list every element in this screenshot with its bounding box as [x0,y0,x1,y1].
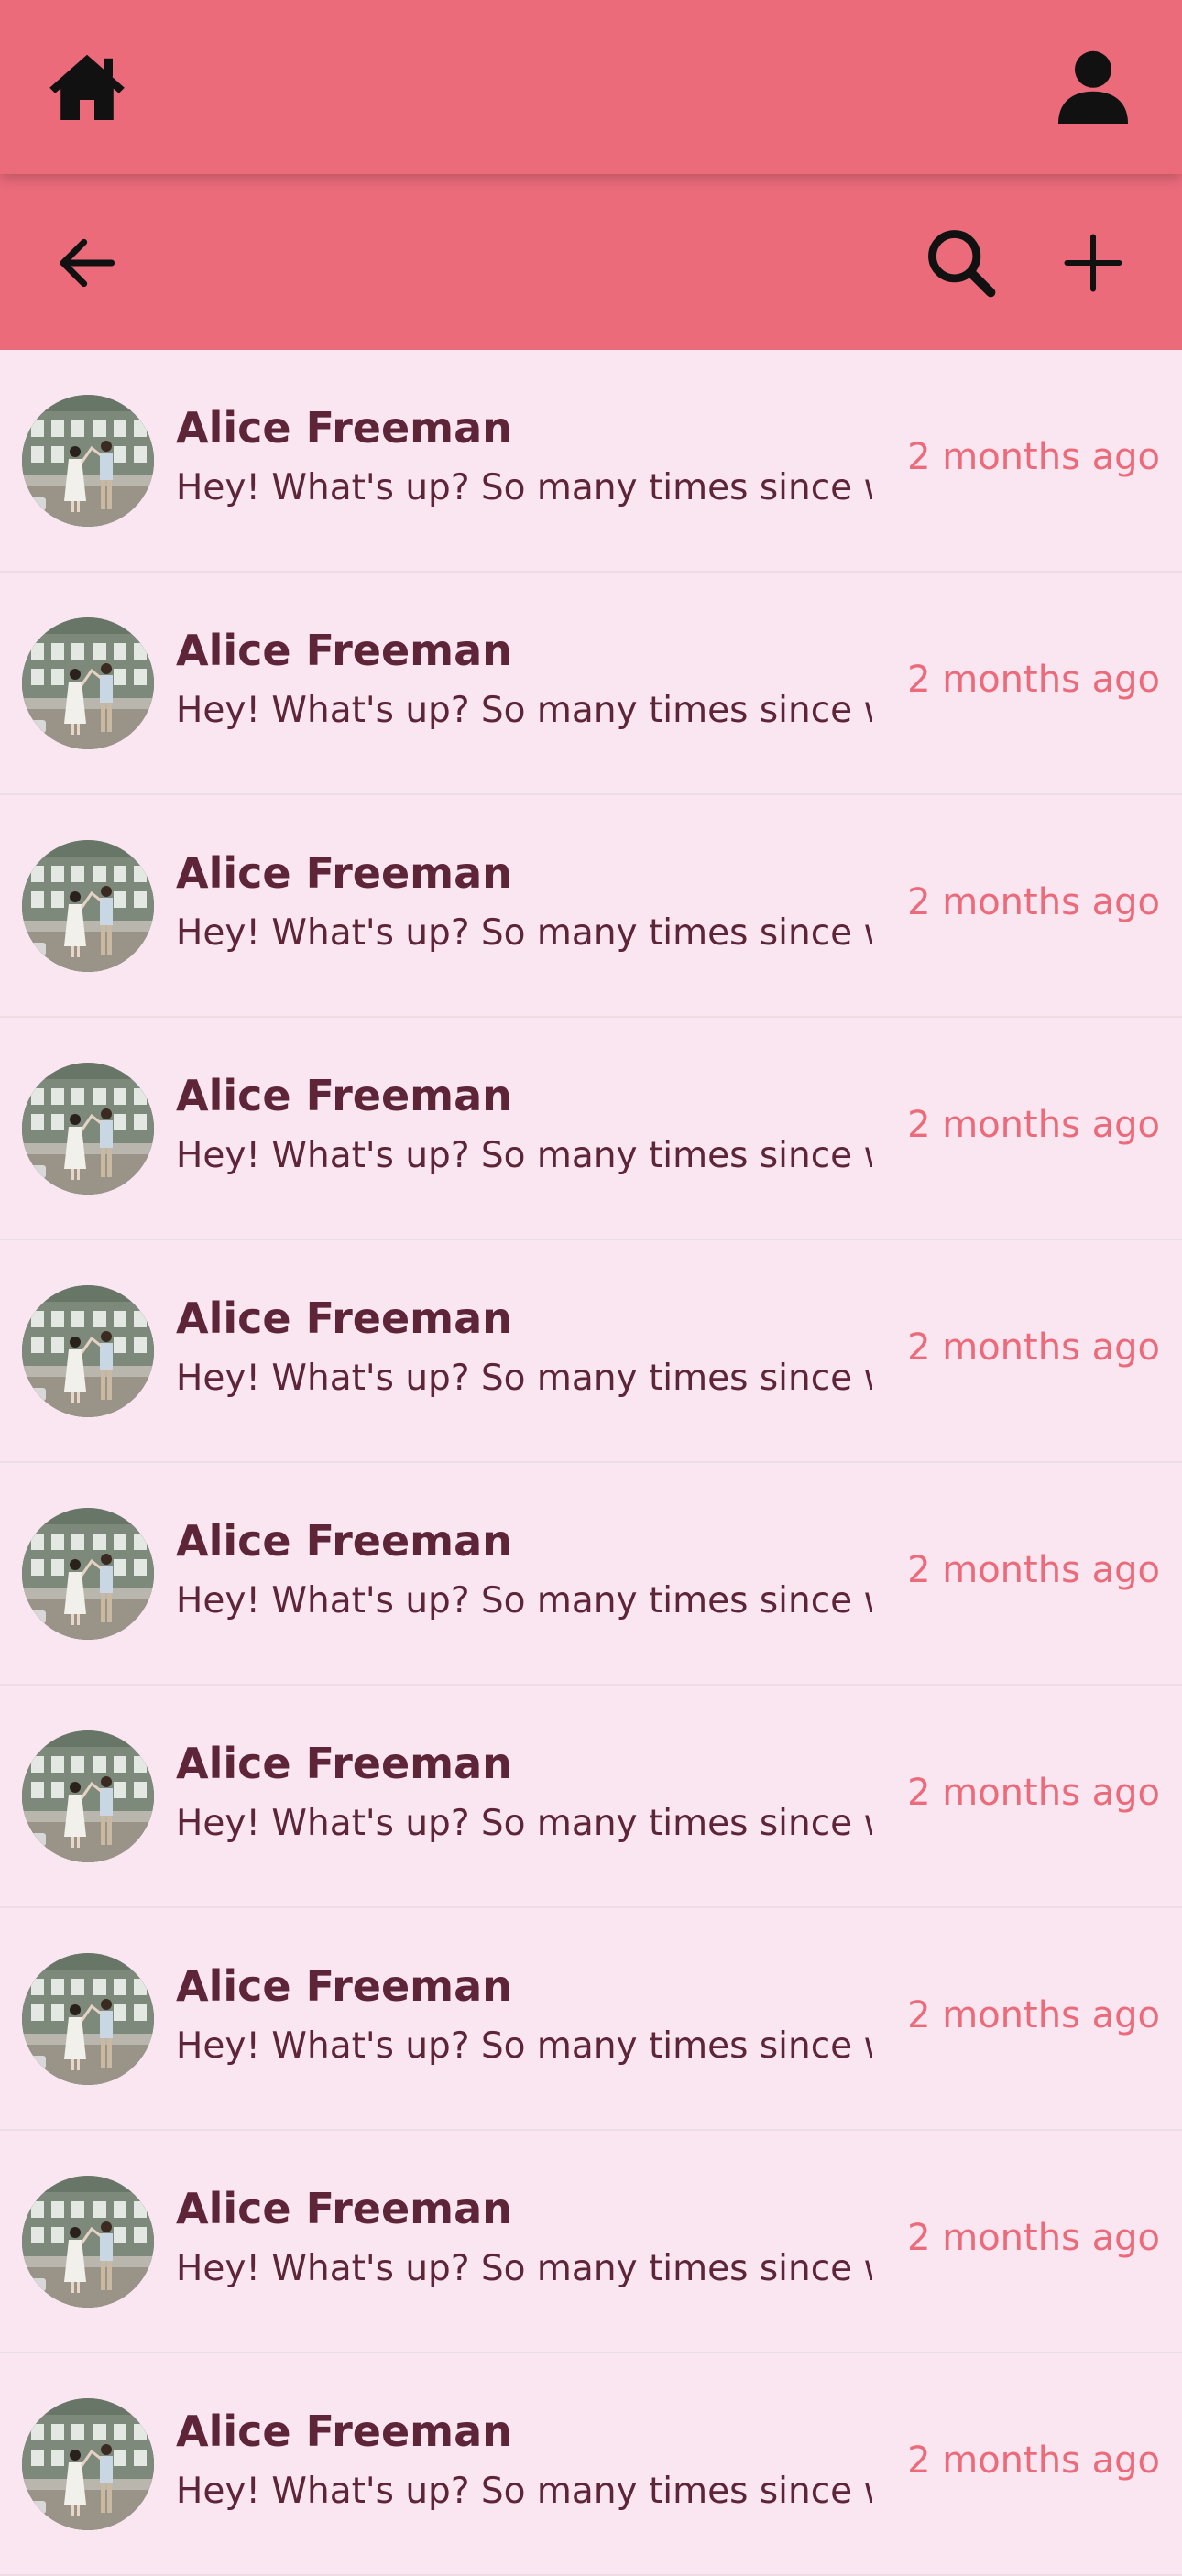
profile-button[interactable] [1043,37,1144,137]
avatar [22,840,154,972]
message-preview: Hey! What's up? So many times since we [176,2025,872,2067]
avatar [22,1285,154,1417]
search-icon [928,230,996,298]
contact-name: Alice Freeman [176,403,512,453]
toolbar [0,174,1182,350]
message-timestamp: 2 months ago [907,881,1160,923]
contact-name: Alice Freeman [176,626,512,675]
conversation-row[interactable]: Alice Freeman Hey! What's up? So many ti… [0,2353,1182,2576]
conversation-row[interactable]: Alice Freeman Hey! What's up? So many ti… [0,2131,1182,2353]
home-icon [49,54,125,120]
message-timestamp: 2 months ago [907,2217,1160,2259]
message-preview: Hey! What's up? So many times since we [176,467,872,508]
contact-name: Alice Freeman [176,2407,512,2456]
conversation-row[interactable]: Alice Freeman Hey! What's up? So many ti… [0,1018,1182,1240]
message-preview: Hey! What's up? So many times since we [176,2248,872,2289]
conversation-row[interactable]: Alice Freeman Hey! What's up? So many ti… [0,1686,1182,1908]
contact-name: Alice Freeman [176,2184,512,2233]
message-timestamp: 2 months ago [907,1994,1160,2036]
message-preview: Hey! What's up? So many times since we [176,1580,872,1621]
back-button[interactable] [37,213,137,313]
app-bar [0,0,1182,174]
message-preview: Hey! What's up? So many times since we [176,912,872,954]
avatar [22,395,154,527]
avatar [22,2176,154,2308]
avatar [22,617,154,749]
contact-name: Alice Freeman [176,1516,512,1566]
avatar [22,1730,154,1862]
message-timestamp: 2 months ago [907,2440,1160,2482]
add-button[interactable] [1043,213,1144,313]
contact-name: Alice Freeman [176,1961,512,2011]
contact-name: Alice Freeman [176,1293,512,1343]
contact-name: Alice Freeman [176,1071,512,1120]
avatar [22,2398,154,2530]
conversation-row[interactable]: Alice Freeman Hey! What's up? So many ti… [0,1240,1182,1463]
message-preview: Hey! What's up? So many times since we [176,1135,872,1176]
message-timestamp: 2 months ago [907,1326,1160,1369]
arrow-left-icon [60,238,115,288]
search-button[interactable] [911,213,1012,313]
conversation-list: Alice Freeman Hey! What's up? So many ti… [0,350,1182,2576]
home-button[interactable] [37,37,137,137]
person-icon [1058,50,1128,124]
conversation-row[interactable]: Alice Freeman Hey! What's up? So many ti… [0,1908,1182,2131]
message-timestamp: 2 months ago [907,659,1160,701]
avatar [22,1953,154,2085]
contact-name: Alice Freeman [176,1739,512,1788]
message-timestamp: 2 months ago [907,1772,1160,1814]
conversation-row[interactable]: Alice Freeman Hey! What's up? So many ti… [0,795,1182,1018]
contact-name: Alice Freeman [176,848,512,898]
message-preview: Hey! What's up? So many times since we [176,1803,872,1844]
avatar [22,1508,154,1640]
message-timestamp: 2 months ago [907,436,1160,478]
conversation-row[interactable]: Alice Freeman Hey! What's up? So many ti… [0,1463,1182,1686]
message-timestamp: 2 months ago [907,1549,1160,1591]
message-timestamp: 2 months ago [907,1104,1160,1146]
message-preview: Hey! What's up? So many times since we [176,690,872,731]
conversation-row[interactable]: Alice Freeman Hey! What's up? So many ti… [0,350,1182,573]
avatar [22,1063,154,1195]
message-preview: Hey! What's up? So many times since we [176,2471,872,2512]
plus-icon [1064,234,1122,292]
conversation-row[interactable]: Alice Freeman Hey! What's up? So many ti… [0,573,1182,795]
message-preview: Hey! What's up? So many times since we [176,1358,872,1399]
